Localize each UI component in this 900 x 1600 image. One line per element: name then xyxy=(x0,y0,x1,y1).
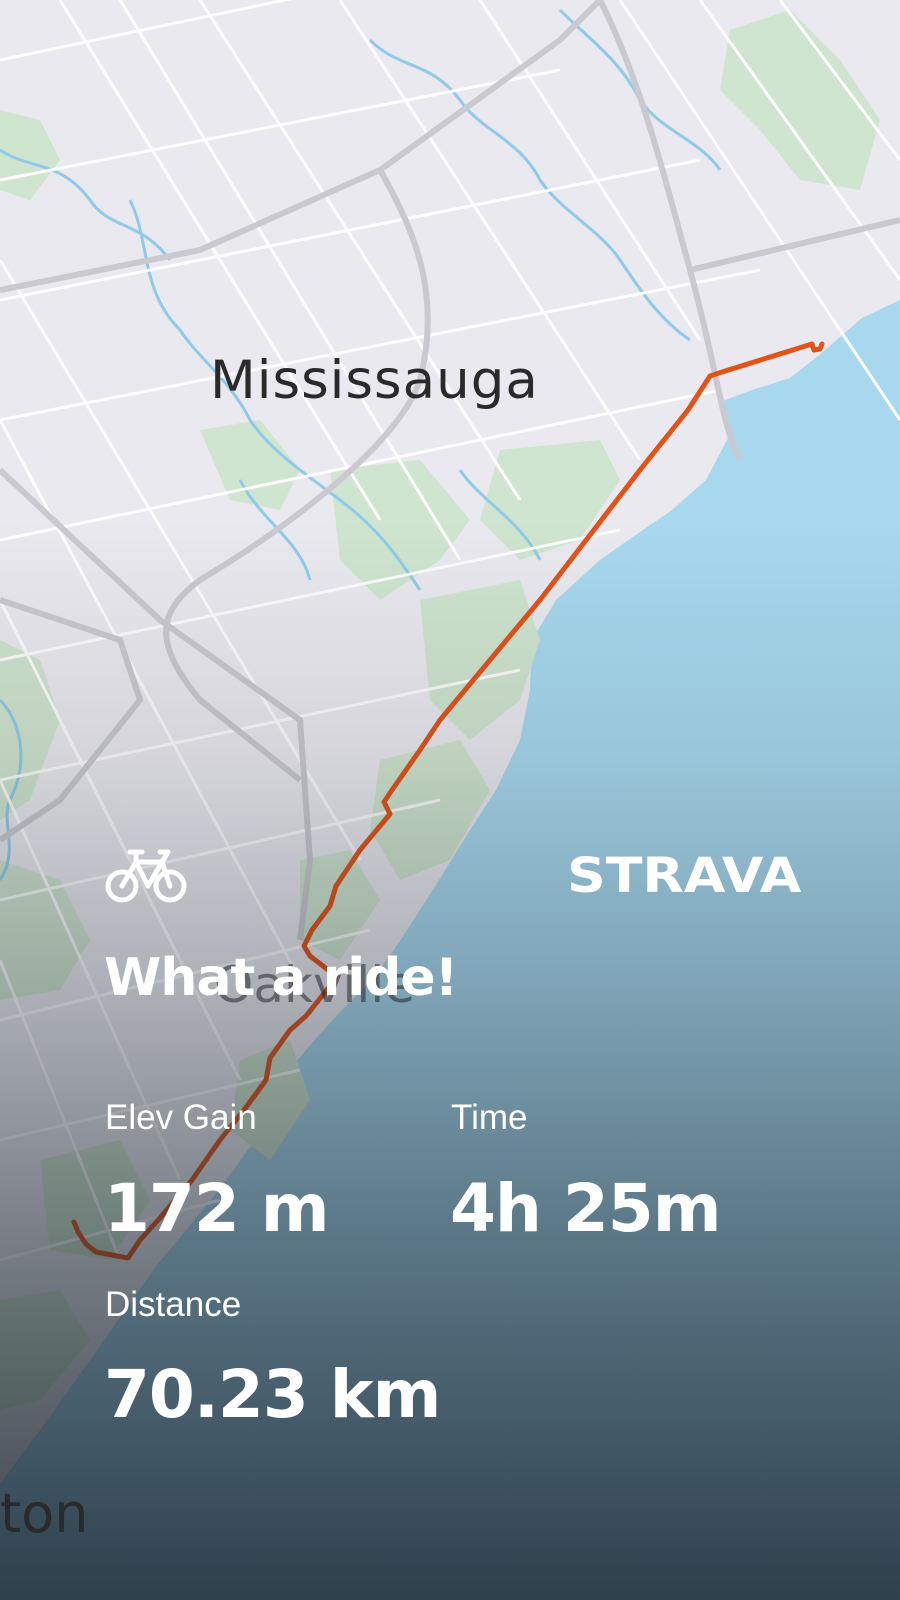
stat-value-distance: 70.23 km xyxy=(104,1356,441,1433)
strava-logo: STRAVA xyxy=(567,848,802,904)
stat-label-time: Time xyxy=(451,1098,528,1137)
share-card: Oakville Mississauga ton STRAVA What a r… xyxy=(0,0,900,1600)
stat-value-time: 4h 25m xyxy=(450,1170,722,1247)
bike-icon xyxy=(105,849,187,903)
stat-value-elevation: 172 m xyxy=(104,1170,330,1247)
stat-label-elevation: Elev Gain xyxy=(105,1098,257,1137)
activity-summary: STRAVA What a ride! Elev Gain 172 m Time… xyxy=(0,0,900,1600)
stat-label-distance: Distance xyxy=(105,1285,242,1324)
activity-headline: What a ride! xyxy=(104,948,458,1008)
